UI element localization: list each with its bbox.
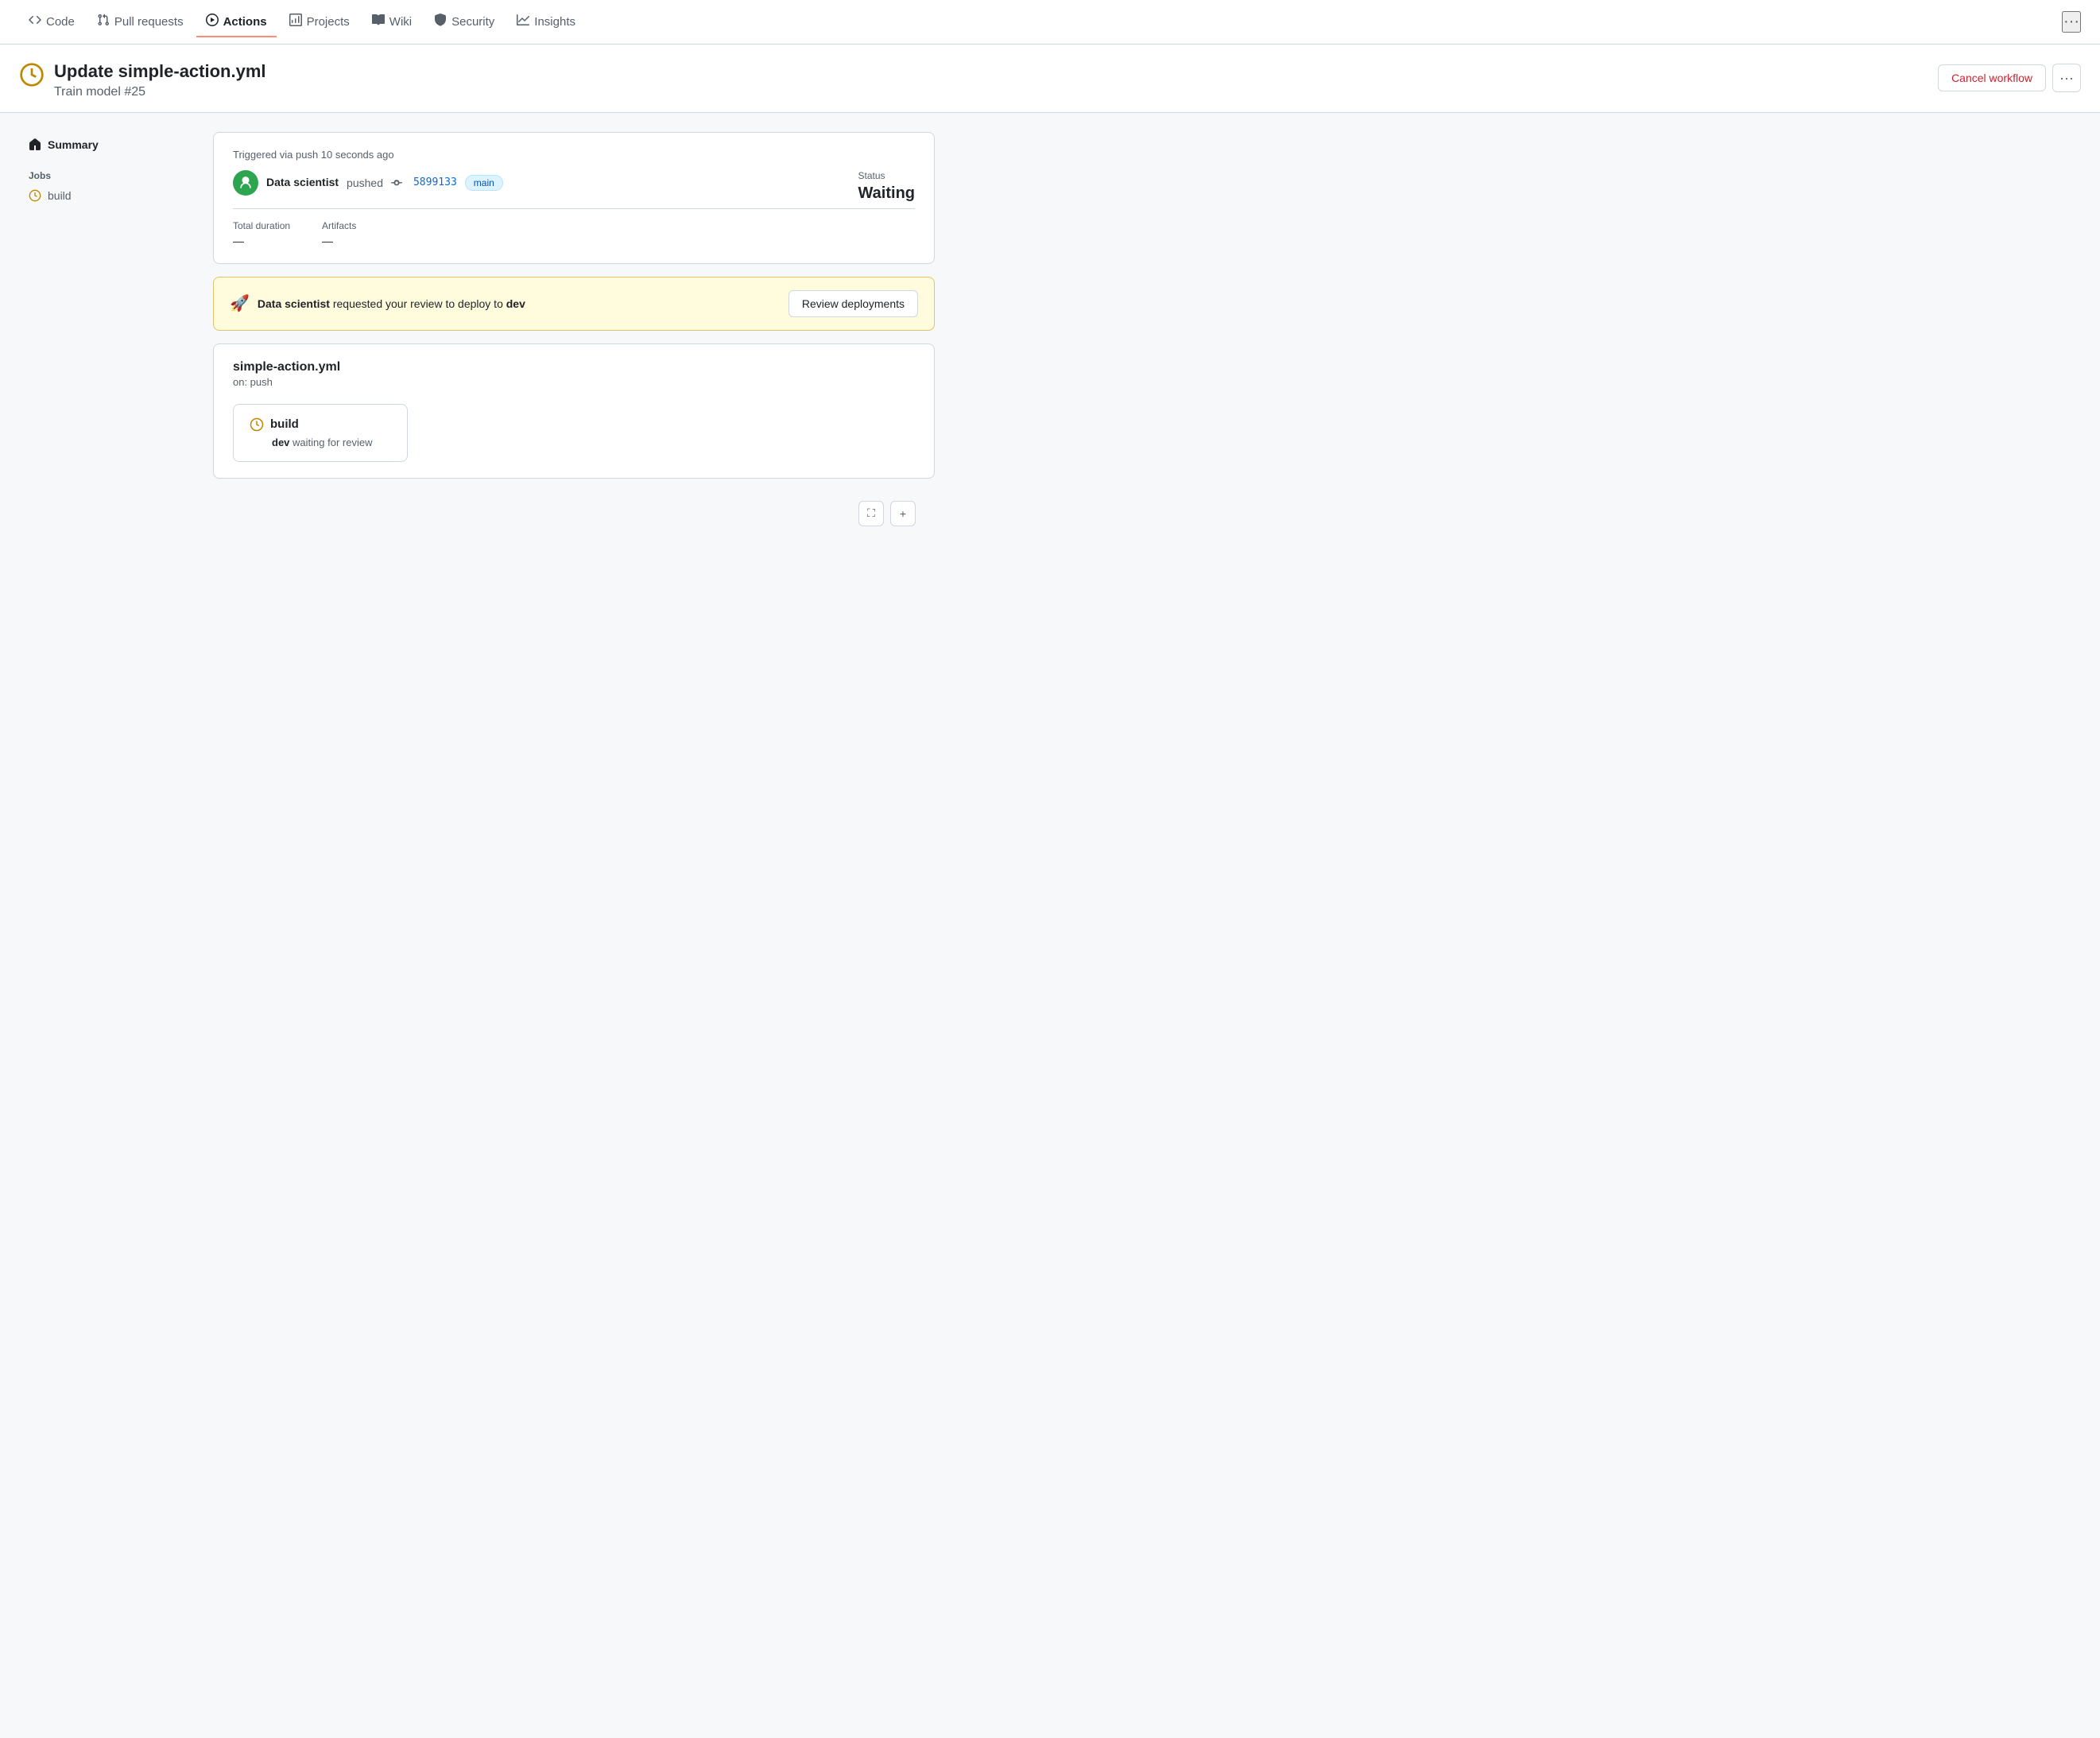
more-dots-icon: ··· [2059,70,2074,87]
review-banner-text: Data scientist requested your review to … [258,297,781,310]
meta-duration: Total duration — [233,220,290,247]
cancel-workflow-button[interactable]: Cancel workflow [1938,64,2046,91]
zoom-in-button[interactable]: + [890,501,916,526]
insights-icon [517,14,529,30]
workflow-trigger: on: push [233,376,915,388]
trigger-user-info: Data scientist [266,176,339,189]
wiki-icon [372,14,385,30]
review-deployments-button[interactable]: Review deployments [788,290,918,317]
nav-wiki[interactable]: Wiki [362,7,421,37]
security-icon [434,14,447,30]
page-header: Update simple-action.yml Train model #25… [0,45,2100,113]
nav-actions-label: Actions [223,15,267,29]
header-left: Update simple-action.yml Train model #25 [19,60,266,99]
nav-insights[interactable]: Insights [507,7,585,37]
nav-projects[interactable]: Projects [280,7,359,37]
fit-icon: ⛶ [867,506,875,520]
job-status-waiting: waiting for review [293,436,372,448]
sidebar-item-summary[interactable]: Summary [19,132,194,157]
trigger-row: Data scientist pushed 5899133 main [233,170,503,196]
sidebar-build-label: build [48,189,72,202]
nav-security[interactable]: Security [424,7,504,37]
main-content: Triggered via push 10 seconds ago Data s… [213,132,935,536]
commit-hash[interactable]: 5899133 [413,177,457,188]
nav-pull-requests[interactable]: Pull requests [87,7,193,37]
review-msg-mid: requested your review to deploy to [333,297,503,310]
nav-projects-label: Projects [307,15,350,29]
meta-row: Total duration — Artifacts — [233,208,915,247]
sidebar-summary-label: Summary [48,138,99,151]
job-node-build[interactable]: build dev waiting for review [233,404,408,462]
sidebar-clock-icon [29,189,41,202]
rocket-icon: 🚀 [230,293,250,313]
nav-insights-label: Insights [534,15,575,29]
page-title: Update simple-action.yml [54,60,266,83]
workflow-name: simple-action.yml [233,360,915,374]
duration-value: — [233,235,244,247]
review-env: dev [506,297,525,310]
actions-icon [206,14,219,30]
sidebar-job-build[interactable]: build [19,184,194,207]
avatar [233,170,258,196]
status-section: Status Waiting [858,170,915,203]
info-card: Triggered via push 10 seconds ago Data s… [213,132,935,264]
zoom-controls: ⛶ + [213,491,935,536]
zoom-in-icon: + [900,507,906,520]
job-clock-icon [250,417,264,432]
status-label: Status [858,170,915,181]
artifacts-label: Artifacts [322,220,356,231]
main-layout: Summary Jobs build Triggered via push 10… [0,113,954,555]
top-nav: Code Pull requests Actions Projects Wiki… [0,0,2100,45]
header-more-button[interactable]: ··· [2052,64,2081,92]
artifacts-value: — [322,235,333,247]
nav-wiki-label: Wiki [389,15,412,29]
review-user: Data scientist [258,297,330,310]
nav-code-label: Code [46,15,75,29]
job-env-label: dev [272,436,289,448]
pull-request-icon [97,14,110,30]
trigger-username: Data scientist [266,176,339,189]
nav-pullreq-label: Pull requests [114,15,184,29]
sidebar: Summary Jobs build [19,132,194,536]
workflow-card: simple-action.yml on: push build dev wai… [213,343,935,479]
sidebar-jobs-label: Jobs [19,161,194,184]
code-icon [29,14,41,30]
header-title-group: Update simple-action.yml Train model #25 [54,60,266,99]
nav-more-button[interactable]: ··· [2062,11,2081,33]
triggered-text: Triggered via push 10 seconds ago [233,149,915,161]
nav-code[interactable]: Code [19,7,84,37]
fit-screen-button[interactable]: ⛶ [858,501,884,526]
nav-actions[interactable]: Actions [196,7,277,37]
status-value: Waiting [858,184,915,203]
header-actions: Cancel workflow ··· [1938,64,2081,92]
job-node-status: dev waiting for review [250,436,391,448]
page-subtitle: Train model #25 [54,85,266,99]
home-icon [29,138,41,151]
job-node-header: build [250,417,391,432]
meta-artifacts: Artifacts — [322,220,356,247]
review-banner: 🚀 Data scientist requested your review t… [213,277,935,331]
trigger-action: pushed [347,177,383,189]
nav-security-label: Security [451,15,494,29]
header-clock-icon [19,62,45,87]
commit-icon [391,177,402,188]
user-icon [238,176,253,190]
duration-label: Total duration [233,220,290,231]
job-node-title: build [270,417,299,431]
projects-icon [289,14,302,30]
branch-badge[interactable]: main [465,175,503,191]
